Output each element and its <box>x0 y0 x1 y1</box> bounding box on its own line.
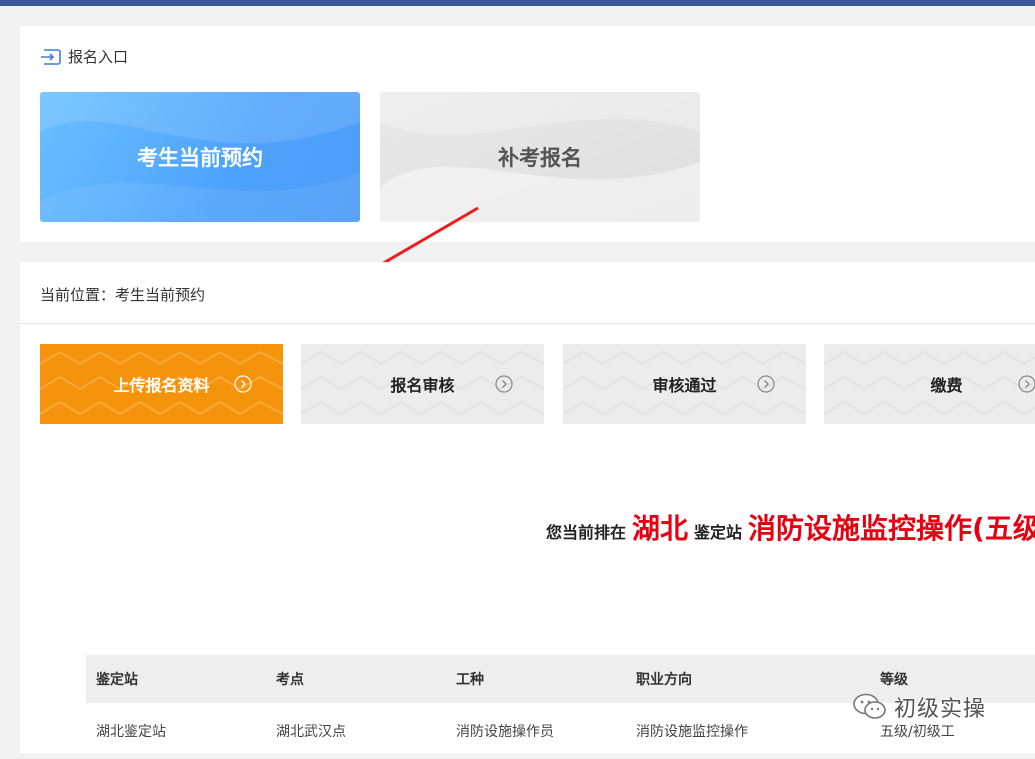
breadcrumb: 当前位置：考生当前预约 <box>40 286 206 304</box>
header-job-type: 工种 <box>456 672 484 688</box>
step-payment[interactable]: 缴费 <box>824 344 1035 424</box>
chevron-right-circle-icon <box>757 375 775 393</box>
header-station: 鉴定站 <box>96 672 138 688</box>
step-label: 缴费 <box>930 376 963 395</box>
signup-entry-card: 报名入口 考生当前预约 补考报名 <box>20 26 1035 242</box>
queue-status: 您当前排在 湖北 鉴定站 消防设施监控操作(五级 <box>546 507 1035 547</box>
queue-prefix: 您当前排在 <box>546 523 627 542</box>
header-exam-site: 考点 <box>276 672 304 688</box>
current-booking-label: 考生当前预约 <box>137 146 263 170</box>
entry-header: 报名入口 <box>40 46 128 67</box>
chevron-right-circle-icon <box>234 375 252 393</box>
step-label: 报名审核 <box>390 376 455 395</box>
entry-title: 报名入口 <box>68 48 129 66</box>
queue-middle: 鉴定站 <box>694 523 743 542</box>
chevron-right-circle-icon <box>1018 375 1035 393</box>
chevron-right-circle-icon <box>495 375 513 393</box>
cell-station: 湖北鉴定站 <box>96 724 166 740</box>
watermark-text: 初级实操 <box>894 697 987 722</box>
step-label: 上传报名资料 <box>113 376 210 395</box>
queue-province: 湖北 <box>632 512 689 545</box>
step-upload-materials[interactable]: 上传报名资料 <box>40 344 283 424</box>
watermark: 初级实操 <box>852 691 986 723</box>
top-bar <box>0 0 1035 6</box>
cell-job-type: 消防设施操作员 <box>456 724 554 740</box>
step-label: 审核通过 <box>652 376 717 395</box>
header-direction: 职业方向 <box>636 672 692 688</box>
cell-exam-site: 湖北武汉点 <box>276 724 346 740</box>
cell-direction: 消防设施监控操作 <box>636 724 748 740</box>
booking-panel: 当前位置：考生当前预约 上传报名资料 报名审核 审核通过 缴费 您当前排在 湖北… <box>20 262 1035 753</box>
makeup-signup-label: 补考报名 <box>498 146 582 170</box>
queue-job: 消防设施监控操作(五级 <box>748 512 1035 545</box>
step-review-passed[interactable]: 审核通过 <box>563 344 806 424</box>
wechat-icon <box>853 693 886 719</box>
login-icon <box>41 48 61 65</box>
divider <box>20 323 1035 324</box>
step-signup-review[interactable]: 报名审核 <box>301 344 544 424</box>
